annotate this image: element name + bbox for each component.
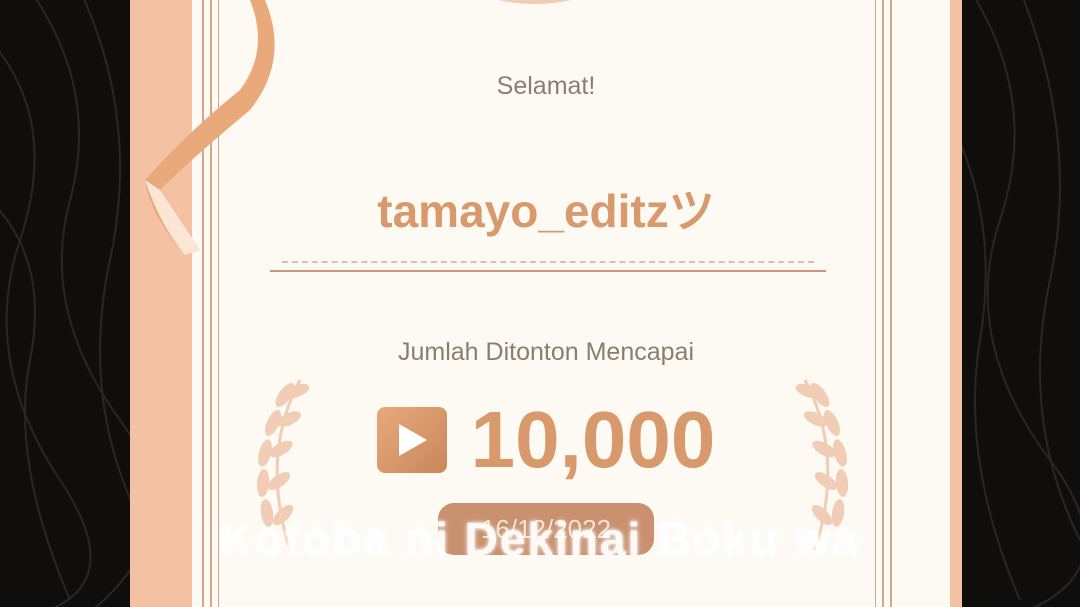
play-icon xyxy=(376,407,447,473)
ribbon-icon xyxy=(145,0,275,255)
top-emblem-icon xyxy=(498,0,572,4)
view-count: 10,000 xyxy=(470,395,716,484)
username: tamayo_editzツ xyxy=(377,185,715,237)
greeting-text: Selamat! xyxy=(496,72,596,100)
milestone-label: Jumlah Ditonton Mencapai xyxy=(398,338,694,366)
divider-line xyxy=(270,270,826,272)
divider-dashed xyxy=(282,261,814,263)
video-frame: Selamat! tamayo_editzツ Jumlah Ditonton M… xyxy=(0,0,1080,607)
video-subtitle: Kotoba ni Dekinai Boku wa xyxy=(219,513,861,565)
view-count-row: 10,000 xyxy=(130,400,962,480)
